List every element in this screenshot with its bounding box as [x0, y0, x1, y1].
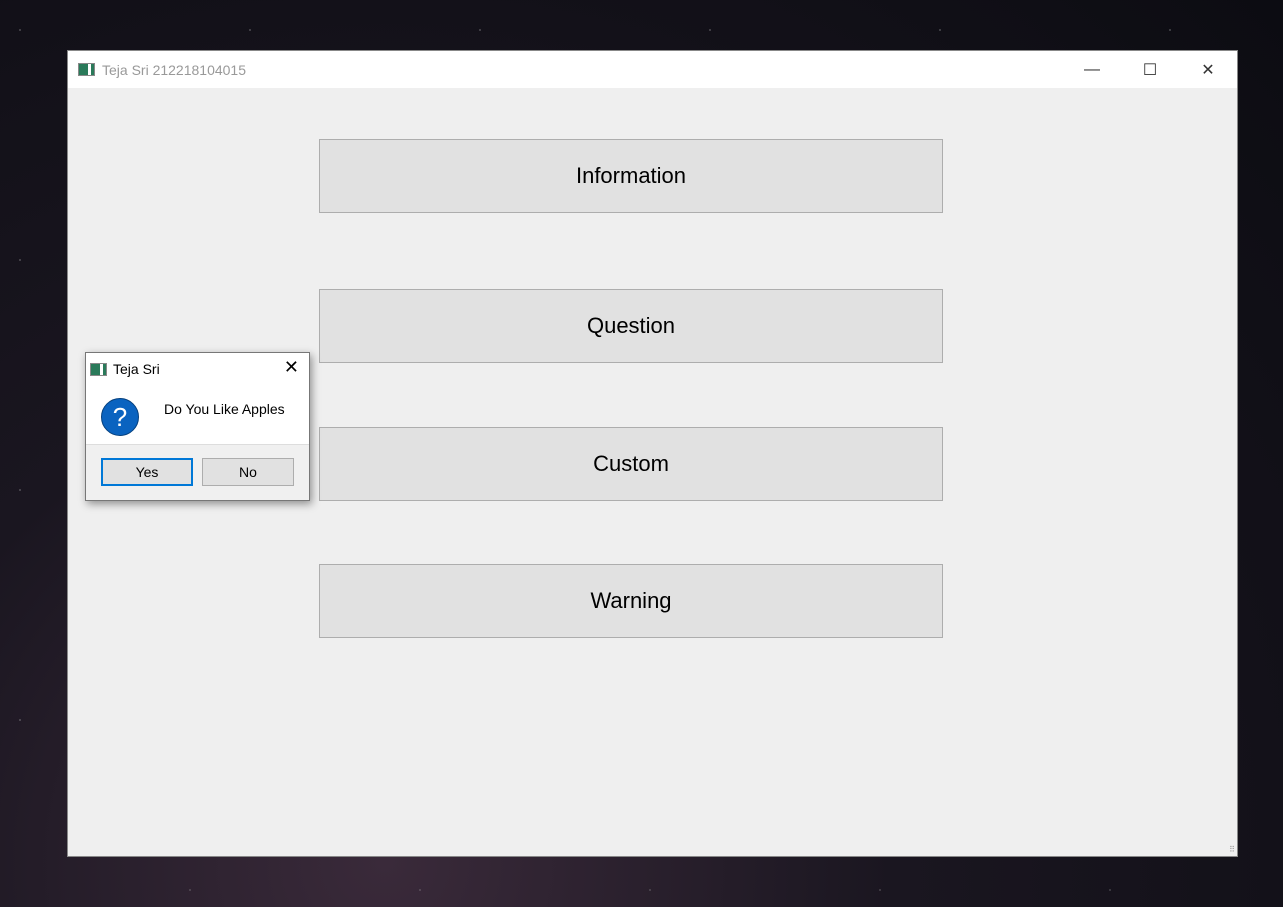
dialog-title: Teja Sri — [113, 361, 160, 377]
question-icon: ? — [101, 398, 139, 436]
question-dialog: Teja Sri ✕ ? Do You Like Apples Yes No — [85, 352, 310, 501]
maximize-button[interactable]: ☐ — [1121, 51, 1179, 88]
window-title: Teja Sri 212218104015 — [102, 61, 247, 78]
close-button[interactable]: ✕ — [1179, 51, 1237, 88]
minimize-button[interactable]: — — [1063, 51, 1121, 88]
information-button[interactable]: Information — [319, 139, 943, 213]
yes-button[interactable]: Yes — [101, 458, 193, 486]
dialog-button-bar: Yes No — [86, 444, 309, 500]
dialog-title-bar[interactable]: Teja Sri ✕ — [86, 353, 309, 385]
title-bar[interactable]: Teja Sri 212218104015 — ☐ ✕ — [68, 51, 1237, 88]
custom-button[interactable]: Custom — [319, 427, 943, 501]
app-icon — [78, 63, 95, 76]
question-button[interactable]: Question — [319, 289, 943, 363]
resize-grip-icon[interactable]: ⠿ — [1229, 845, 1235, 854]
warning-button[interactable]: Warning — [319, 564, 943, 638]
dialog-message: Do You Like Apples — [164, 401, 285, 417]
no-button[interactable]: No — [202, 458, 294, 486]
dialog-close-button[interactable]: ✕ — [284, 357, 299, 378]
dialog-app-icon — [90, 362, 107, 376]
